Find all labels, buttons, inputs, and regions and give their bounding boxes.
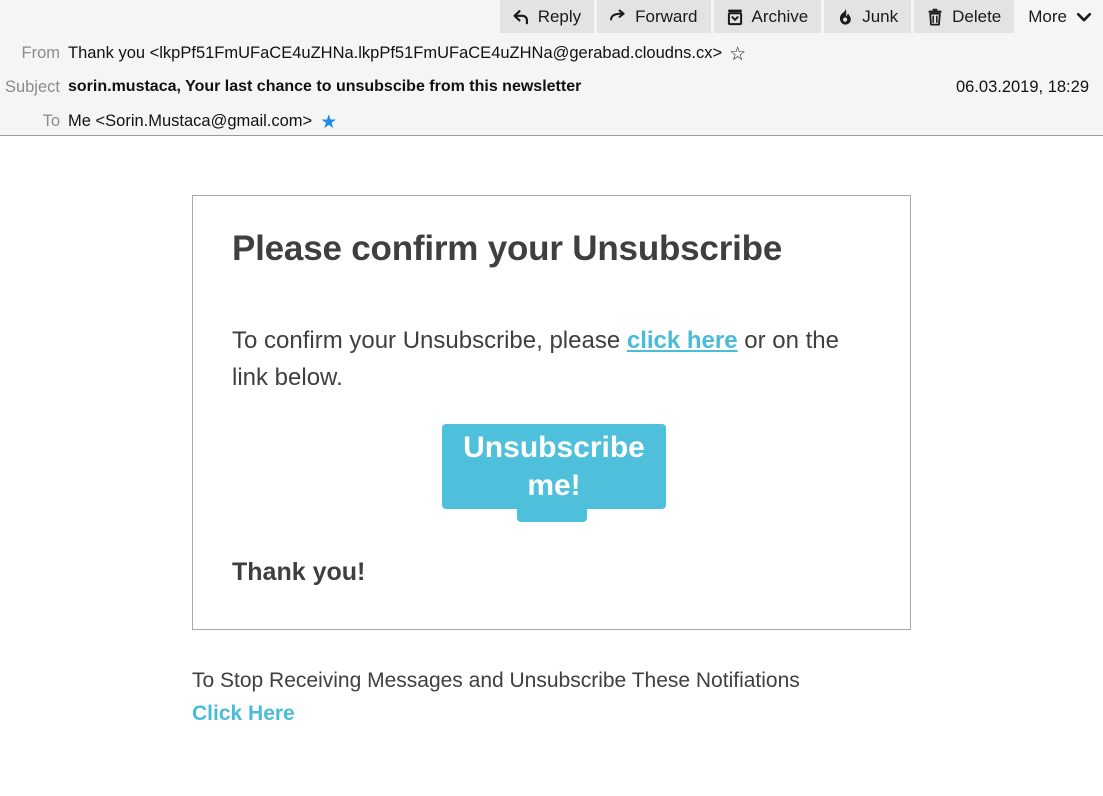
newsletter-title: Please confirm your Unsubscribe <box>232 229 783 268</box>
header-row-from: From Thank you <lkpPf51FmUFaCE4uZHNa.lkp… <box>0 36 1103 70</box>
header-row-to: To Me <Sorin.Mustaca@gmail.com> ★ <box>0 104 1103 138</box>
archive-button[interactable]: Archive <box>713 0 822 33</box>
trash-icon <box>925 7 945 27</box>
message-header: Reply Forward Archive Junk Delete More F… <box>0 0 1103 136</box>
chevron-down-icon <box>1074 7 1094 27</box>
forward-button[interactable]: Forward <box>597 0 711 33</box>
junk-button[interactable]: Junk <box>824 0 912 33</box>
delete-button[interactable]: Delete <box>914 0 1015 33</box>
message-toolbar: Reply Forward Archive Junk Delete More <box>499 0 1103 33</box>
more-button[interactable]: More <box>1017 0 1102 33</box>
junk-icon <box>835 7 855 27</box>
unsubscribe-me-button[interactable]: Unsubscribe me! <box>442 429 666 505</box>
newsletter-paragraph: To confirm your Unsubscribe, please clic… <box>232 322 872 396</box>
subject-label: Subject <box>4 77 60 96</box>
from-value[interactable]: Thank you <lkpPf51FmUFaCE4uZHNa.lkpPf51F… <box>68 44 722 63</box>
click-here-link[interactable]: click here <box>627 327 738 354</box>
archive-icon <box>725 7 745 27</box>
header-row-subject: Subject sorin.mustaca, Your last chance … <box>0 70 1103 104</box>
star-filled-icon[interactable]: ★ <box>320 113 337 132</box>
message-body: Please confirm your Unsubscribe To confi… <box>0 137 1103 796</box>
paragraph-text-before: To confirm your Unsubscribe, please <box>232 327 627 354</box>
footer-click-here-link[interactable]: Click Here <box>192 698 295 730</box>
archive-label: Archive <box>751 7 809 26</box>
subject-value: sorin.mustaca, Your last chance to unsub… <box>68 78 582 95</box>
from-label: From <box>21 43 61 62</box>
star-outline-icon[interactable]: ☆ <box>729 45 746 64</box>
to-value[interactable]: Me <Sorin.Mustaca@gmail.com> <box>68 112 312 131</box>
forward-label: Forward <box>635 7 698 26</box>
forward-icon <box>608 7 628 27</box>
message-date: 06.03.2019, 18:29 <box>955 77 1089 96</box>
footer-text: To Stop Receiving Messages and Unsubscri… <box>192 669 800 692</box>
thank-you-text: Thank you! <box>232 558 366 586</box>
newsletter-card: Please confirm your Unsubscribe To confi… <box>192 195 911 630</box>
delete-label: Delete <box>952 7 1002 26</box>
newsletter-footer: To Stop Receiving Messages and Unsubscri… <box>192 665 952 730</box>
junk-label: Junk <box>862 7 899 26</box>
to-label: To <box>42 111 60 130</box>
more-label: More <box>1028 7 1067 26</box>
reply-label: Reply <box>537 7 582 26</box>
reply-button[interactable]: Reply <box>499 0 595 33</box>
reply-icon <box>511 7 531 27</box>
